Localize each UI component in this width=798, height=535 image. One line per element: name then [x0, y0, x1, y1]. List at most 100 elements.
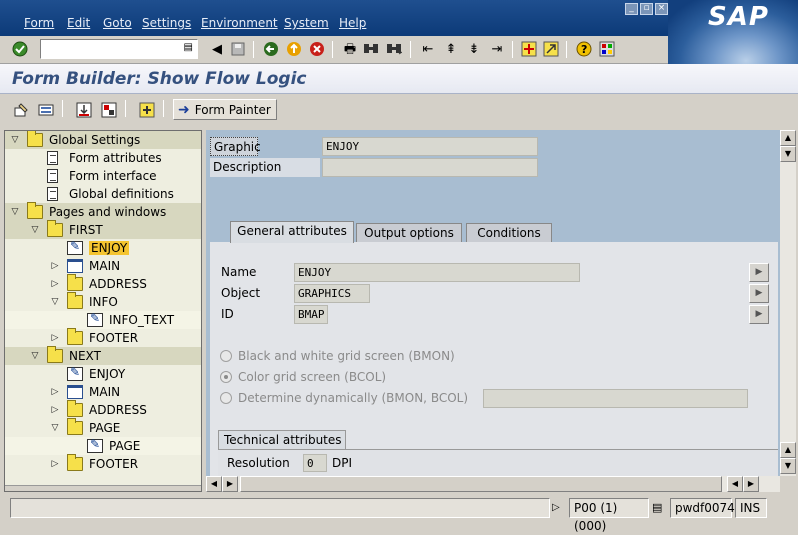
object-field[interactable]: GRAPHICS: [294, 284, 370, 303]
help-icon[interactable]: ?: [575, 40, 593, 58]
expand-icon[interactable]: ▷: [50, 405, 60, 415]
tree-node[interactable]: ▽ Global Settings: [5, 131, 201, 149]
scroll-thumb[interactable]: [240, 476, 722, 492]
enter-icon[interactable]: [10, 40, 30, 58]
minimize-icon[interactable]: _: [625, 3, 638, 15]
command-input[interactable]: [41, 40, 176, 57]
tree-node[interactable]: ▷ ADDRESS: [5, 274, 201, 293]
test-icon[interactable]: [137, 100, 157, 120]
id-field[interactable]: BMAP: [294, 305, 328, 324]
tree-node[interactable]: ▷ MAIN: [5, 257, 201, 275]
expand-icon[interactable]: ▷: [50, 279, 60, 289]
tree-node[interactable]: ▽ INFO: [5, 292, 201, 311]
close-icon[interactable]: ×: [655, 3, 668, 15]
name-field[interactable]: ENJOY: [294, 263, 580, 282]
tree-node[interactable]: ▷ FOOTER: [5, 454, 201, 473]
tree-node[interactable]: PAGE: [5, 437, 201, 455]
scroll-up-icon[interactable]: ▲: [780, 130, 796, 146]
customize-layout-icon[interactable]: [598, 40, 616, 58]
menu-goto[interactable]: Goto: [103, 16, 132, 30]
session-list-icon[interactable]: ▤: [652, 501, 662, 514]
tree-node[interactable]: ▷ MAIN: [5, 383, 201, 401]
collapse-icon[interactable]: ▽: [30, 225, 40, 235]
radio-bcol-control[interactable]: [220, 371, 232, 383]
resolution-field[interactable]: 0: [303, 454, 327, 472]
tree-node[interactable]: INFO_TEXT: [5, 311, 201, 329]
status-expand-icon[interactable]: ▷: [552, 502, 560, 513]
expand-icon[interactable]: ▷: [50, 387, 60, 397]
tree-node[interactable]: Global definitions: [5, 185, 201, 203]
tree-node[interactable]: ▷ FOOTER: [5, 328, 201, 347]
scroll-down-icon[interactable]: ▼: [780, 458, 796, 474]
menu-system[interactable]: System: [284, 16, 329, 30]
radio-dynamic[interactable]: Determine dynamically (BMON, BCOL): [220, 389, 468, 407]
vertical-scrollbar[interactable]: ▲ ▼ ▲ ▼: [780, 130, 796, 476]
last-page-icon[interactable]: ⇥: [488, 40, 506, 58]
save-icon[interactable]: [229, 40, 247, 58]
collapse-icon[interactable]: ▽: [10, 135, 20, 145]
menu-form[interactable]: Form: [24, 16, 54, 30]
form-painter-button[interactable]: ➜ Form Painter: [173, 99, 277, 120]
command-field[interactable]: ▤: [40, 39, 198, 59]
scroll-left-icon[interactable]: ◀: [727, 476, 743, 492]
technical-attributes-tab[interactable]: Technical attributes: [218, 430, 346, 449]
expand-icon[interactable]: ▷: [50, 333, 60, 343]
radio-dynamic-control[interactable]: [220, 392, 232, 404]
collapse-icon[interactable]: ▽: [50, 297, 60, 307]
tree-node[interactable]: ▽ Pages and windows: [5, 202, 201, 221]
object-detail-button[interactable]: ▶: [749, 284, 769, 303]
next-page-icon[interactable]: ⇟: [465, 40, 483, 58]
tree-node[interactable]: ENJOY: [5, 239, 201, 257]
dynamic-field[interactable]: [483, 389, 748, 408]
find-next-icon[interactable]: [385, 40, 403, 58]
tab-output-options[interactable]: Output options: [356, 223, 462, 242]
print-icon[interactable]: 🖶: [341, 40, 359, 58]
menu-environment[interactable]: Environment: [201, 16, 278, 30]
back-arrow-icon[interactable]: ◀: [208, 40, 226, 58]
tree-node[interactable]: ▷ ADDRESS: [5, 400, 201, 419]
tree-node[interactable]: Form interface: [5, 167, 201, 185]
tree-node[interactable]: ▽ PAGE: [5, 418, 201, 437]
radio-bmon-control[interactable]: [220, 350, 232, 362]
cancel-icon[interactable]: [308, 40, 326, 58]
tree-scrollbar[interactable]: [5, 485, 201, 491]
collapse-icon[interactable]: ▽: [10, 207, 20, 217]
tab-conditions[interactable]: Conditions: [466, 223, 552, 242]
horizontal-scrollbar[interactable]: ◀ ▶ ◀ ▶: [206, 476, 780, 492]
tree-node[interactable]: ▽ NEXT: [5, 346, 201, 365]
tree-node[interactable]: ENJOY: [5, 365, 201, 383]
expand-icon[interactable]: ▷: [50, 459, 60, 469]
menu-help[interactable]: Help: [339, 16, 366, 30]
activate-icon[interactable]: [99, 100, 119, 120]
id-detail-button[interactable]: ▶: [749, 305, 769, 324]
tree-node[interactable]: Form attributes: [5, 149, 201, 167]
back-icon[interactable]: [262, 40, 280, 58]
menu-edit[interactable]: Edit: [67, 16, 90, 30]
create-shortcut-icon[interactable]: [542, 40, 560, 58]
description-field[interactable]: [322, 158, 538, 177]
expand-icon[interactable]: ▷: [50, 261, 60, 271]
first-page-icon[interactable]: ⇤: [419, 40, 437, 58]
tab-general-attributes[interactable]: General attributes: [230, 221, 354, 243]
command-history-icon[interactable]: ▤: [184, 42, 193, 53]
other-form-icon[interactable]: [36, 100, 56, 120]
radio-bcol[interactable]: Color grid screen (BCOL): [220, 368, 386, 386]
scroll-right-icon[interactable]: ▶: [222, 476, 238, 492]
check-icon[interactable]: [74, 100, 94, 120]
previous-page-icon[interactable]: ⇞: [442, 40, 460, 58]
tree-node[interactable]: ▽ FIRST: [5, 220, 201, 239]
collapse-icon[interactable]: ▽: [30, 351, 40, 361]
find-icon[interactable]: [362, 40, 380, 58]
restore-icon[interactable]: ▫: [640, 3, 653, 15]
radio-bmon[interactable]: Black and white grid screen (BMON): [220, 347, 455, 365]
create-session-icon[interactable]: [520, 40, 538, 58]
scroll-right-icon[interactable]: ▶: [743, 476, 759, 492]
scroll-up-icon[interactable]: ▲: [780, 442, 796, 458]
menu-settings[interactable]: Settings: [142, 16, 191, 30]
graphic-field[interactable]: ENJOY: [322, 137, 538, 156]
display-change-icon[interactable]: [11, 100, 31, 120]
name-detail-button[interactable]: ▶: [749, 263, 769, 282]
collapse-icon[interactable]: ▽: [50, 423, 60, 433]
scroll-down-icon[interactable]: ▼: [780, 146, 796, 162]
exit-icon[interactable]: [285, 40, 303, 58]
